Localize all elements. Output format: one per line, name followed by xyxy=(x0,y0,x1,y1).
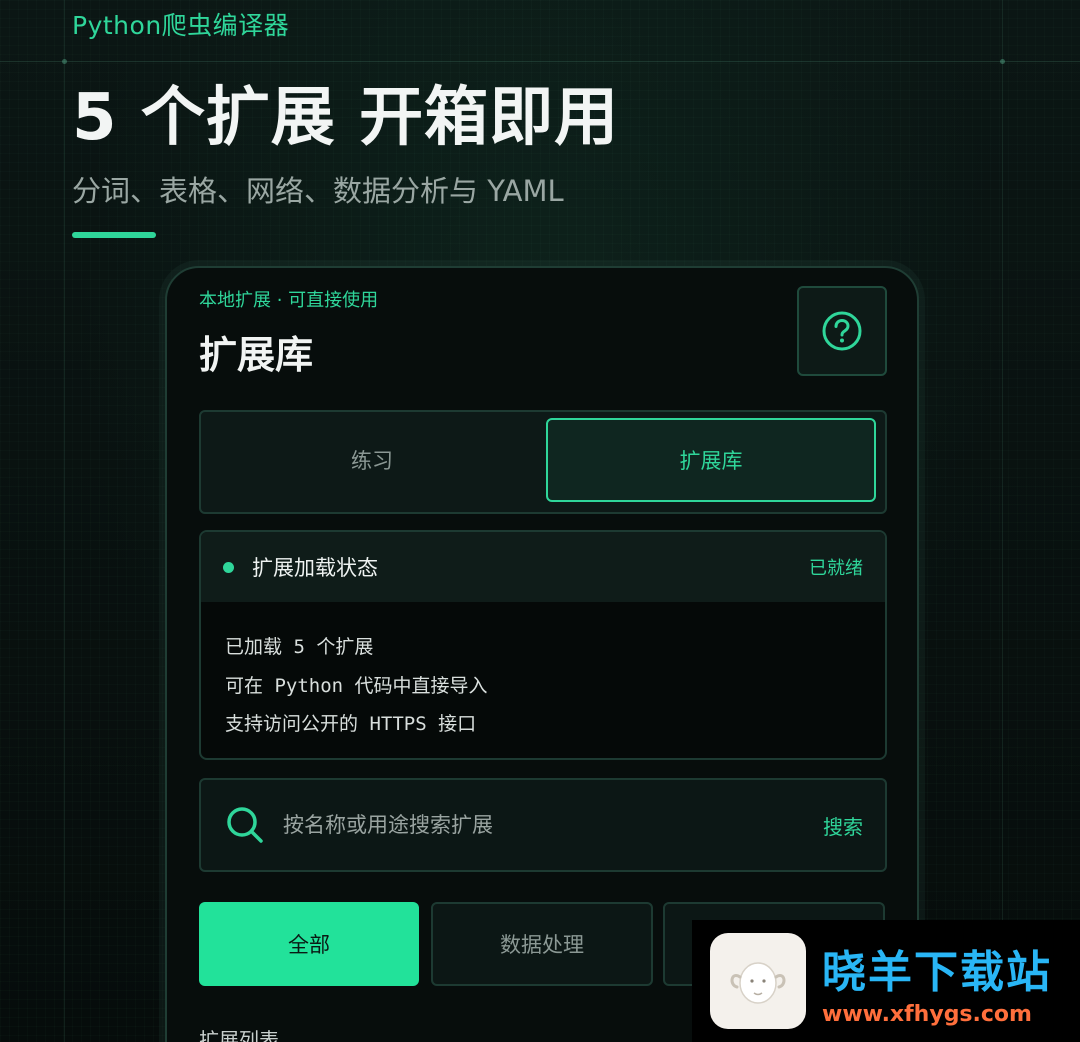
search-icon xyxy=(227,807,263,843)
question-circle-icon xyxy=(822,311,862,351)
status-indicator-dot xyxy=(223,561,234,573)
guide-node-dot xyxy=(1000,59,1005,64)
extension-list-heading: 扩展列表 xyxy=(199,1028,279,1042)
panel-eyebrow: 本地扩展 · 可直接使用 xyxy=(199,290,379,311)
search-button[interactable]: 搜索 xyxy=(823,811,863,840)
tab-extension-library[interactable]: 扩展库 xyxy=(546,418,876,502)
guide-line-horizontal xyxy=(0,61,1080,62)
watermark-text: 晓羊下载站 www.xfhygs.com xyxy=(822,936,1052,1027)
status-line-https: 支持访问公开的 HTTPS 接口 xyxy=(225,713,477,735)
guide-node-dot xyxy=(62,59,67,64)
search-bar: 搜索 xyxy=(199,778,887,872)
tab-practice[interactable]: 练习 xyxy=(207,418,537,502)
hero-accent-bar xyxy=(72,232,156,238)
guide-line-right xyxy=(1002,0,1003,1042)
hero-title: 5 个扩展 开箱即用 xyxy=(72,81,620,155)
guide-line-left xyxy=(64,0,65,1042)
status-header: 扩展加载状态 已就绪 xyxy=(201,532,885,602)
panel-title: 扩展库 xyxy=(199,333,314,377)
help-button[interactable] xyxy=(797,286,887,376)
watermark-site-name: 晓羊下载站 xyxy=(822,946,1052,998)
filter-chip-all[interactable]: 全部 xyxy=(199,902,419,986)
status-line-import: 可在 Python 代码中直接导入 xyxy=(225,675,488,697)
filter-chip-data-processing[interactable]: 数据处理 xyxy=(431,902,653,986)
sheep-logo-icon xyxy=(710,933,806,1029)
status-line-loaded: 已加载 5 个扩展 xyxy=(225,636,374,658)
status-badge: 已就绪 xyxy=(809,558,863,579)
mode-segmented-control: 练习 扩展库 xyxy=(199,410,887,514)
app-screen: Python爬虫编译器 5 个扩展 开箱即用 分词、表格、网络、数据分析与 YA… xyxy=(0,0,1080,1042)
status-title: 扩展加载状态 xyxy=(252,556,378,580)
search-input[interactable] xyxy=(281,812,823,838)
brand-name: Python爬虫编译器 xyxy=(72,11,290,40)
extension-status-card: 扩展加载状态 已就绪 已加载 5 个扩展 可在 Python 代码中直接导入 支… xyxy=(199,530,887,760)
hero-subtitle: 分词、表格、网络、数据分析与 YAML xyxy=(72,174,564,208)
watermark-overlay: 晓羊下载站 www.xfhygs.com xyxy=(692,920,1080,1042)
watermark-url: www.xfhygs.com xyxy=(822,1001,1032,1027)
